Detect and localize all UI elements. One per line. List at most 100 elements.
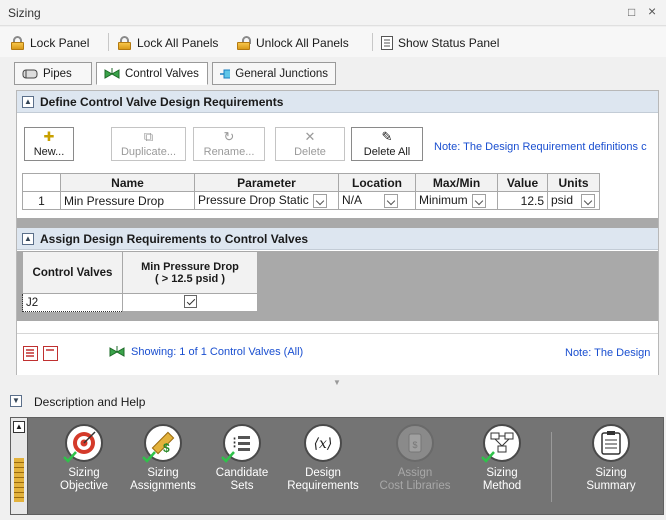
column-header-maxmin[interactable]: Max/Min bbox=[415, 173, 498, 192]
assign-requirements-header[interactable]: ▲ Assign Design Requirements to Control … bbox=[17, 228, 658, 250]
showing-filter-link[interactable]: Showing: 1 of 1 Control Valves (All) bbox=[109, 346, 303, 358]
value-cell[interactable]: 12.5 bbox=[497, 191, 548, 210]
show-status-panel-button[interactable]: Show Status Panel bbox=[381, 34, 499, 52]
assign-requirements-section: ▲ Assign Design Requirements to Control … bbox=[17, 228, 658, 250]
row-number-header bbox=[22, 173, 61, 192]
sizing-summary-button[interactable]: Sizing Summary bbox=[571, 420, 651, 514]
tab-general-junctions[interactable]: General Junctions bbox=[212, 62, 336, 85]
column-header-units[interactable]: Units bbox=[547, 173, 600, 192]
tab-control-valves[interactable]: Control Valves bbox=[96, 62, 208, 85]
tab-pipes[interactable]: Pipes bbox=[14, 62, 92, 85]
units-cell[interactable]: psid bbox=[547, 191, 600, 210]
tab-control-valves-label: Control Valves bbox=[125, 67, 199, 80]
sizing-objective-button[interactable]: Sizing Objective bbox=[49, 420, 119, 514]
svg-text:$: $ bbox=[163, 441, 170, 455]
delete-all-button[interactable]: ✎ Delete All bbox=[351, 127, 423, 161]
lock-panel-button[interactable]: Lock Panel bbox=[10, 34, 89, 52]
table-row[interactable]: J2 bbox=[22, 293, 258, 312]
column-header-control-valves[interactable]: Control Valves bbox=[22, 251, 123, 294]
parameter-cell[interactable]: Pressure Drop Static bbox=[194, 191, 339, 210]
toolbar-separator bbox=[372, 33, 373, 51]
sizing-summary-label: Sizing Summary bbox=[586, 467, 636, 492]
pipe-icon bbox=[22, 69, 38, 78]
candidate-sets-button[interactable]: ⁝ Candidate Sets bbox=[205, 420, 279, 514]
lock-all-panels-label: Lock All Panels bbox=[137, 36, 219, 50]
maxmin-cell[interactable]: Minimum bbox=[415, 191, 498, 210]
pin-icon[interactable]: ▲ bbox=[13, 421, 25, 433]
assign-cost-libraries-label: Assign Cost Libraries bbox=[379, 467, 451, 492]
collapse-rows-icon[interactable] bbox=[43, 346, 58, 361]
rename-label: Rename... bbox=[203, 146, 255, 158]
window-title: Sizing bbox=[8, 6, 41, 20]
status-strip: Showing: 1 of 1 Control Valves (All) Not… bbox=[17, 333, 658, 375]
column-header-min-pressure-drop[interactable]: Min Pressure Drop ( > 12.5 psid ) bbox=[122, 251, 258, 294]
expand-icon[interactable]: ▼ bbox=[10, 395, 22, 407]
design-requirements-button[interactable]: ⟨x⟩ Design Requirements bbox=[282, 420, 364, 514]
control-valves-panel: ▲ Define Control Valve Design Requiremen… bbox=[16, 90, 659, 375]
restore-button[interactable]: □ bbox=[628, 5, 635, 19]
duplicate-requirement-button[interactable]: ⧉ Duplicate... bbox=[111, 127, 186, 161]
parameter-value: Pressure Drop Static bbox=[198, 193, 309, 208]
status-note: Note: The Design bbox=[565, 347, 651, 359]
dropdown-arrow-icon[interactable] bbox=[581, 193, 596, 208]
eraser-icon: ✎ bbox=[381, 129, 393, 144]
tab-pipes-label: Pipes bbox=[43, 67, 72, 80]
assign-cost-libraries-button[interactable]: $ Assign Cost Libraries bbox=[374, 420, 456, 514]
lock-icon bbox=[10, 36, 25, 50]
delete-requirement-button[interactable]: ✕ Delete bbox=[275, 127, 345, 161]
checkbox-checked[interactable] bbox=[183, 294, 197, 308]
dropdown-arrow-icon[interactable] bbox=[384, 193, 399, 208]
check-icon bbox=[481, 451, 495, 463]
target-icon bbox=[63, 424, 103, 463]
delete-label: Delete bbox=[294, 146, 326, 158]
lock-panel-label: Lock Panel bbox=[30, 36, 90, 50]
control-valve-icon bbox=[109, 346, 125, 357]
column-header-value[interactable]: Value bbox=[497, 173, 548, 192]
table-row[interactable]: 1 Min Pressure Drop Pressure Drop Static… bbox=[22, 191, 600, 210]
grid-backdrop bbox=[17, 218, 658, 228]
unlock-all-panels-button[interactable]: Unlock All Panels bbox=[236, 34, 349, 52]
ruler-dollar-icon: $ bbox=[142, 424, 182, 463]
rename-icon: ↻ bbox=[223, 129, 235, 144]
check-icon bbox=[221, 451, 235, 463]
candidate-sets-icon: ⁝ bbox=[221, 424, 261, 463]
flowchart-icon bbox=[481, 424, 521, 463]
unlock-all-panels-label: Unlock All Panels bbox=[256, 36, 349, 50]
duplicate-icon: ⧉ bbox=[143, 129, 154, 144]
sizing-assignments-label: Sizing Assignments bbox=[130, 467, 196, 492]
column-header-name[interactable]: Name bbox=[60, 173, 195, 192]
control-valve-cell[interactable]: J2 bbox=[22, 293, 123, 312]
dropdown-arrow-icon[interactable] bbox=[312, 193, 327, 208]
sizing-method-label: Sizing Method bbox=[482, 467, 522, 492]
sizing-assignments-button[interactable]: $ Sizing Assignments bbox=[123, 420, 203, 514]
rename-requirement-button[interactable]: ↻ Rename... bbox=[193, 127, 265, 161]
panel-toolbar: Lock Panel Lock All Panels Unlock All Pa… bbox=[0, 27, 666, 57]
design-requirements-header[interactable]: ▲ Define Control Valve Design Requiremen… bbox=[17, 91, 658, 113]
close-button[interactable]: × bbox=[648, 3, 656, 19]
location-cell[interactable]: N/A bbox=[338, 191, 416, 210]
dropdown-arrow-icon[interactable] bbox=[471, 193, 486, 208]
lock-all-panels-button[interactable]: Lock All Panels bbox=[117, 34, 218, 52]
assign-requirements-table: Control Valves Min Pressure Drop ( > 12.… bbox=[22, 251, 258, 312]
splitter-grip-icon[interactable]: ▼ bbox=[333, 378, 341, 387]
collapse-icon[interactable]: ▲ bbox=[22, 232, 34, 245]
new-requirement-button[interactable]: ✚ New... bbox=[24, 127, 74, 161]
panel-separator bbox=[551, 432, 552, 502]
row-number: 1 bbox=[22, 191, 61, 210]
section-title: Define Control Valve Design Requirements bbox=[40, 94, 284, 109]
expand-rows-icon[interactable] bbox=[23, 346, 38, 361]
column-header-parameter[interactable]: Parameter bbox=[194, 173, 339, 192]
collapse-icon[interactable]: ▲ bbox=[22, 95, 34, 108]
delete-all-label: Delete All bbox=[363, 146, 411, 158]
requirement-header-line1: Min Pressure Drop bbox=[141, 260, 239, 273]
description-help-bar[interactable]: ▼ Description and Help bbox=[10, 390, 660, 412]
sizing-method-button[interactable]: Sizing Method bbox=[466, 420, 538, 514]
column-header-location[interactable]: Location bbox=[338, 173, 416, 192]
requirement-checkbox-cell[interactable] bbox=[122, 293, 258, 312]
unlock-icon bbox=[236, 36, 251, 50]
requirement-name-cell[interactable]: Min Pressure Drop bbox=[60, 191, 195, 210]
svg-text:⟨x⟩: ⟨x⟩ bbox=[314, 436, 333, 452]
panel-side-strip: ▲ bbox=[11, 418, 28, 514]
cost-library-icon: $ bbox=[396, 424, 434, 462]
section-title: Assign Design Requirements to Control Va… bbox=[40, 231, 309, 246]
